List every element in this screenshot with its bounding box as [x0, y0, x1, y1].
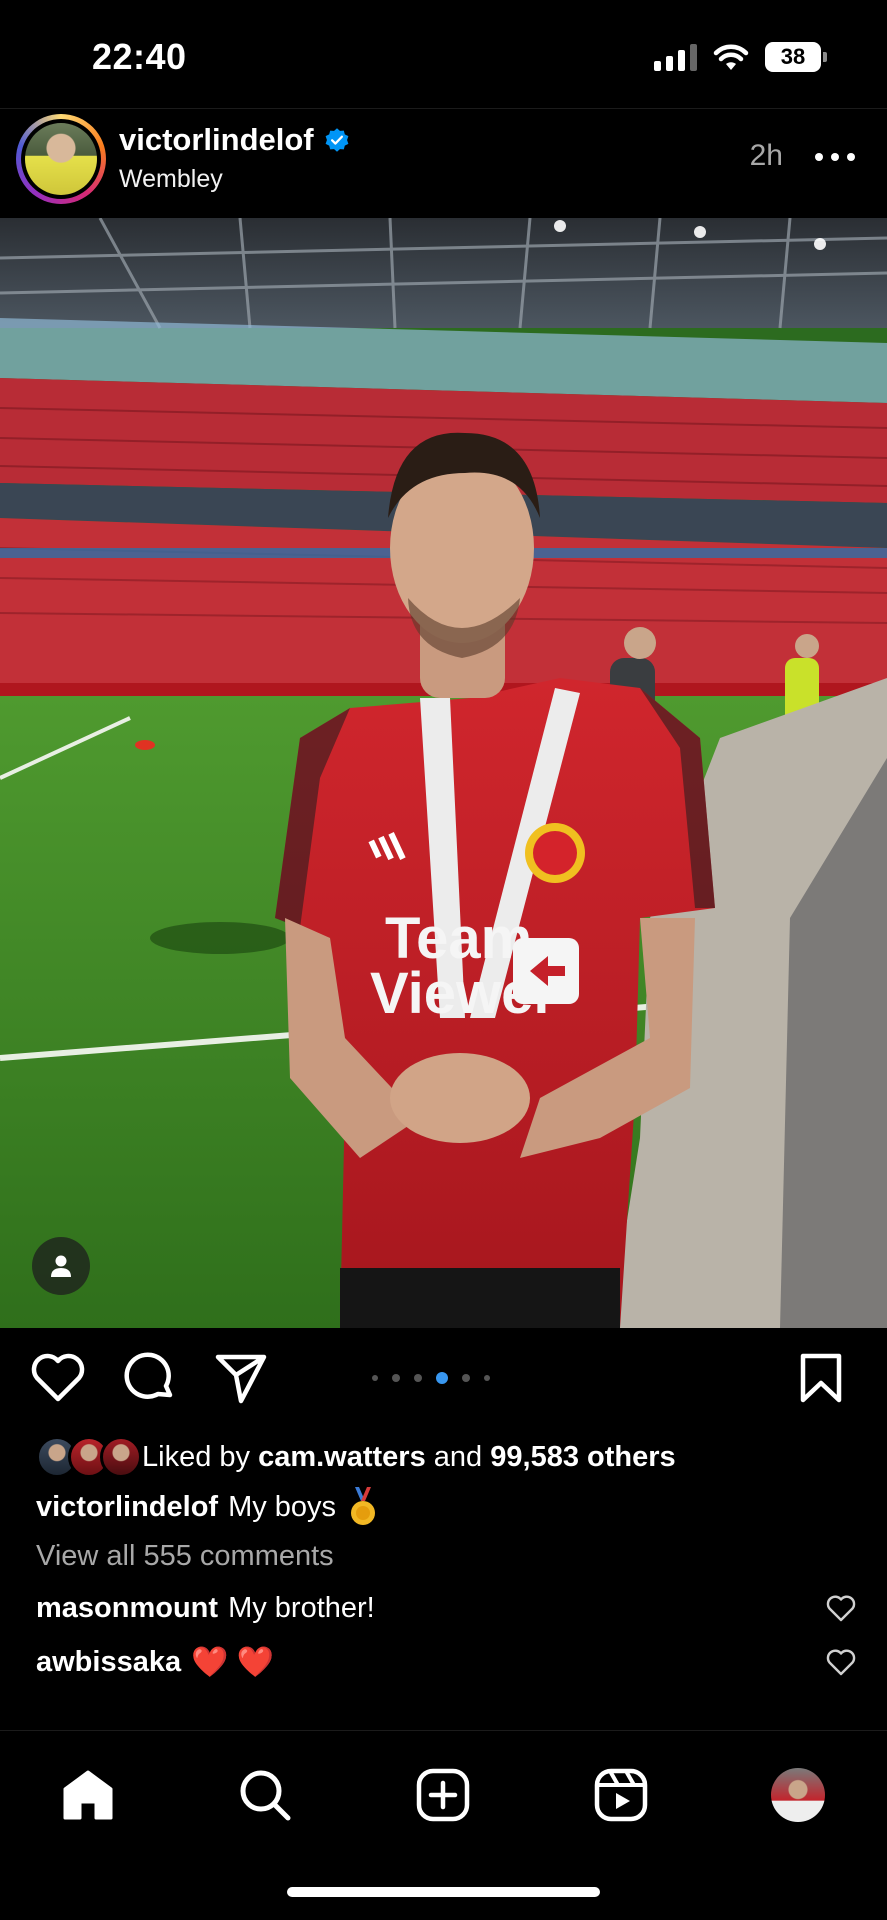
liked-by-prefix: Liked by	[142, 1440, 251, 1473]
more-options-icon[interactable]	[815, 153, 855, 161]
status-bar: 22:40 38	[0, 0, 887, 110]
post-username[interactable]: victorlindelof	[119, 122, 314, 158]
comment-text: ❤️ ❤️	[191, 1646, 275, 1679]
avatar-image	[25, 123, 97, 195]
home-icon[interactable]	[58, 1765, 118, 1825]
battery-icon: 38	[765, 42, 827, 72]
verified-badge-icon	[325, 128, 349, 152]
liker-avatar	[100, 1436, 142, 1478]
post-photo[interactable]: Team Viewer	[0, 218, 887, 1328]
save-icon[interactable]	[793, 1350, 849, 1406]
caption-username[interactable]: victorlindelof	[36, 1491, 218, 1524]
wifi-icon	[713, 43, 749, 71]
gold-medal-icon	[348, 1487, 378, 1527]
comment-icon[interactable]	[122, 1350, 178, 1406]
liked-by-avatars	[36, 1436, 142, 1478]
carousel-indicator	[372, 1372, 490, 1384]
comment-username[interactable]: masonmount	[36, 1592, 218, 1625]
post-header: victorlindelof Wembley 2h	[0, 108, 887, 218]
post-actions	[0, 1328, 887, 1428]
liked-by-connector: and	[433, 1440, 483, 1473]
battery-level: 38	[780, 44, 806, 69]
like-icon[interactable]	[30, 1350, 86, 1406]
create-icon[interactable]	[413, 1765, 473, 1825]
tagged-users-icon[interactable]	[32, 1237, 90, 1295]
post-caption: victorlindelof My boys	[36, 1487, 378, 1527]
signal-icon	[654, 43, 697, 71]
share-icon[interactable]	[213, 1350, 269, 1406]
comment-username[interactable]: awbissaka	[36, 1646, 181, 1679]
liked-by-others[interactable]: 99,583 others	[490, 1441, 675, 1473]
profile-avatar[interactable]	[768, 1765, 828, 1825]
avatar[interactable]	[16, 114, 106, 204]
home-indicator[interactable]	[287, 1887, 600, 1897]
caption-text: My boys	[228, 1490, 337, 1523]
view-all-comments-link[interactable]: View all 555 comments	[36, 1540, 334, 1573]
post-location[interactable]: Wembley	[119, 165, 223, 194]
comment-item: masonmount My brother!	[36, 1592, 856, 1625]
status-time: 22:40	[92, 36, 187, 77]
post-time: 2h	[749, 139, 783, 172]
likes-summary[interactable]: Liked by cam.watters and 99,583 others	[36, 1436, 676, 1478]
reels-icon[interactable]	[591, 1765, 651, 1825]
liked-by-user[interactable]: cam.watters	[258, 1441, 426, 1473]
comment-text: My brother!	[228, 1592, 375, 1624]
profile-avatar-image	[771, 1768, 825, 1822]
comment-like-icon[interactable]	[826, 1649, 856, 1677]
search-icon[interactable]	[235, 1765, 295, 1825]
comment-like-icon[interactable]	[826, 1595, 856, 1623]
post-username-row[interactable]: victorlindelof	[119, 122, 350, 158]
comment-item: awbissaka ❤️ ❤️	[36, 1645, 856, 1680]
status-icons: 38	[654, 42, 827, 72]
